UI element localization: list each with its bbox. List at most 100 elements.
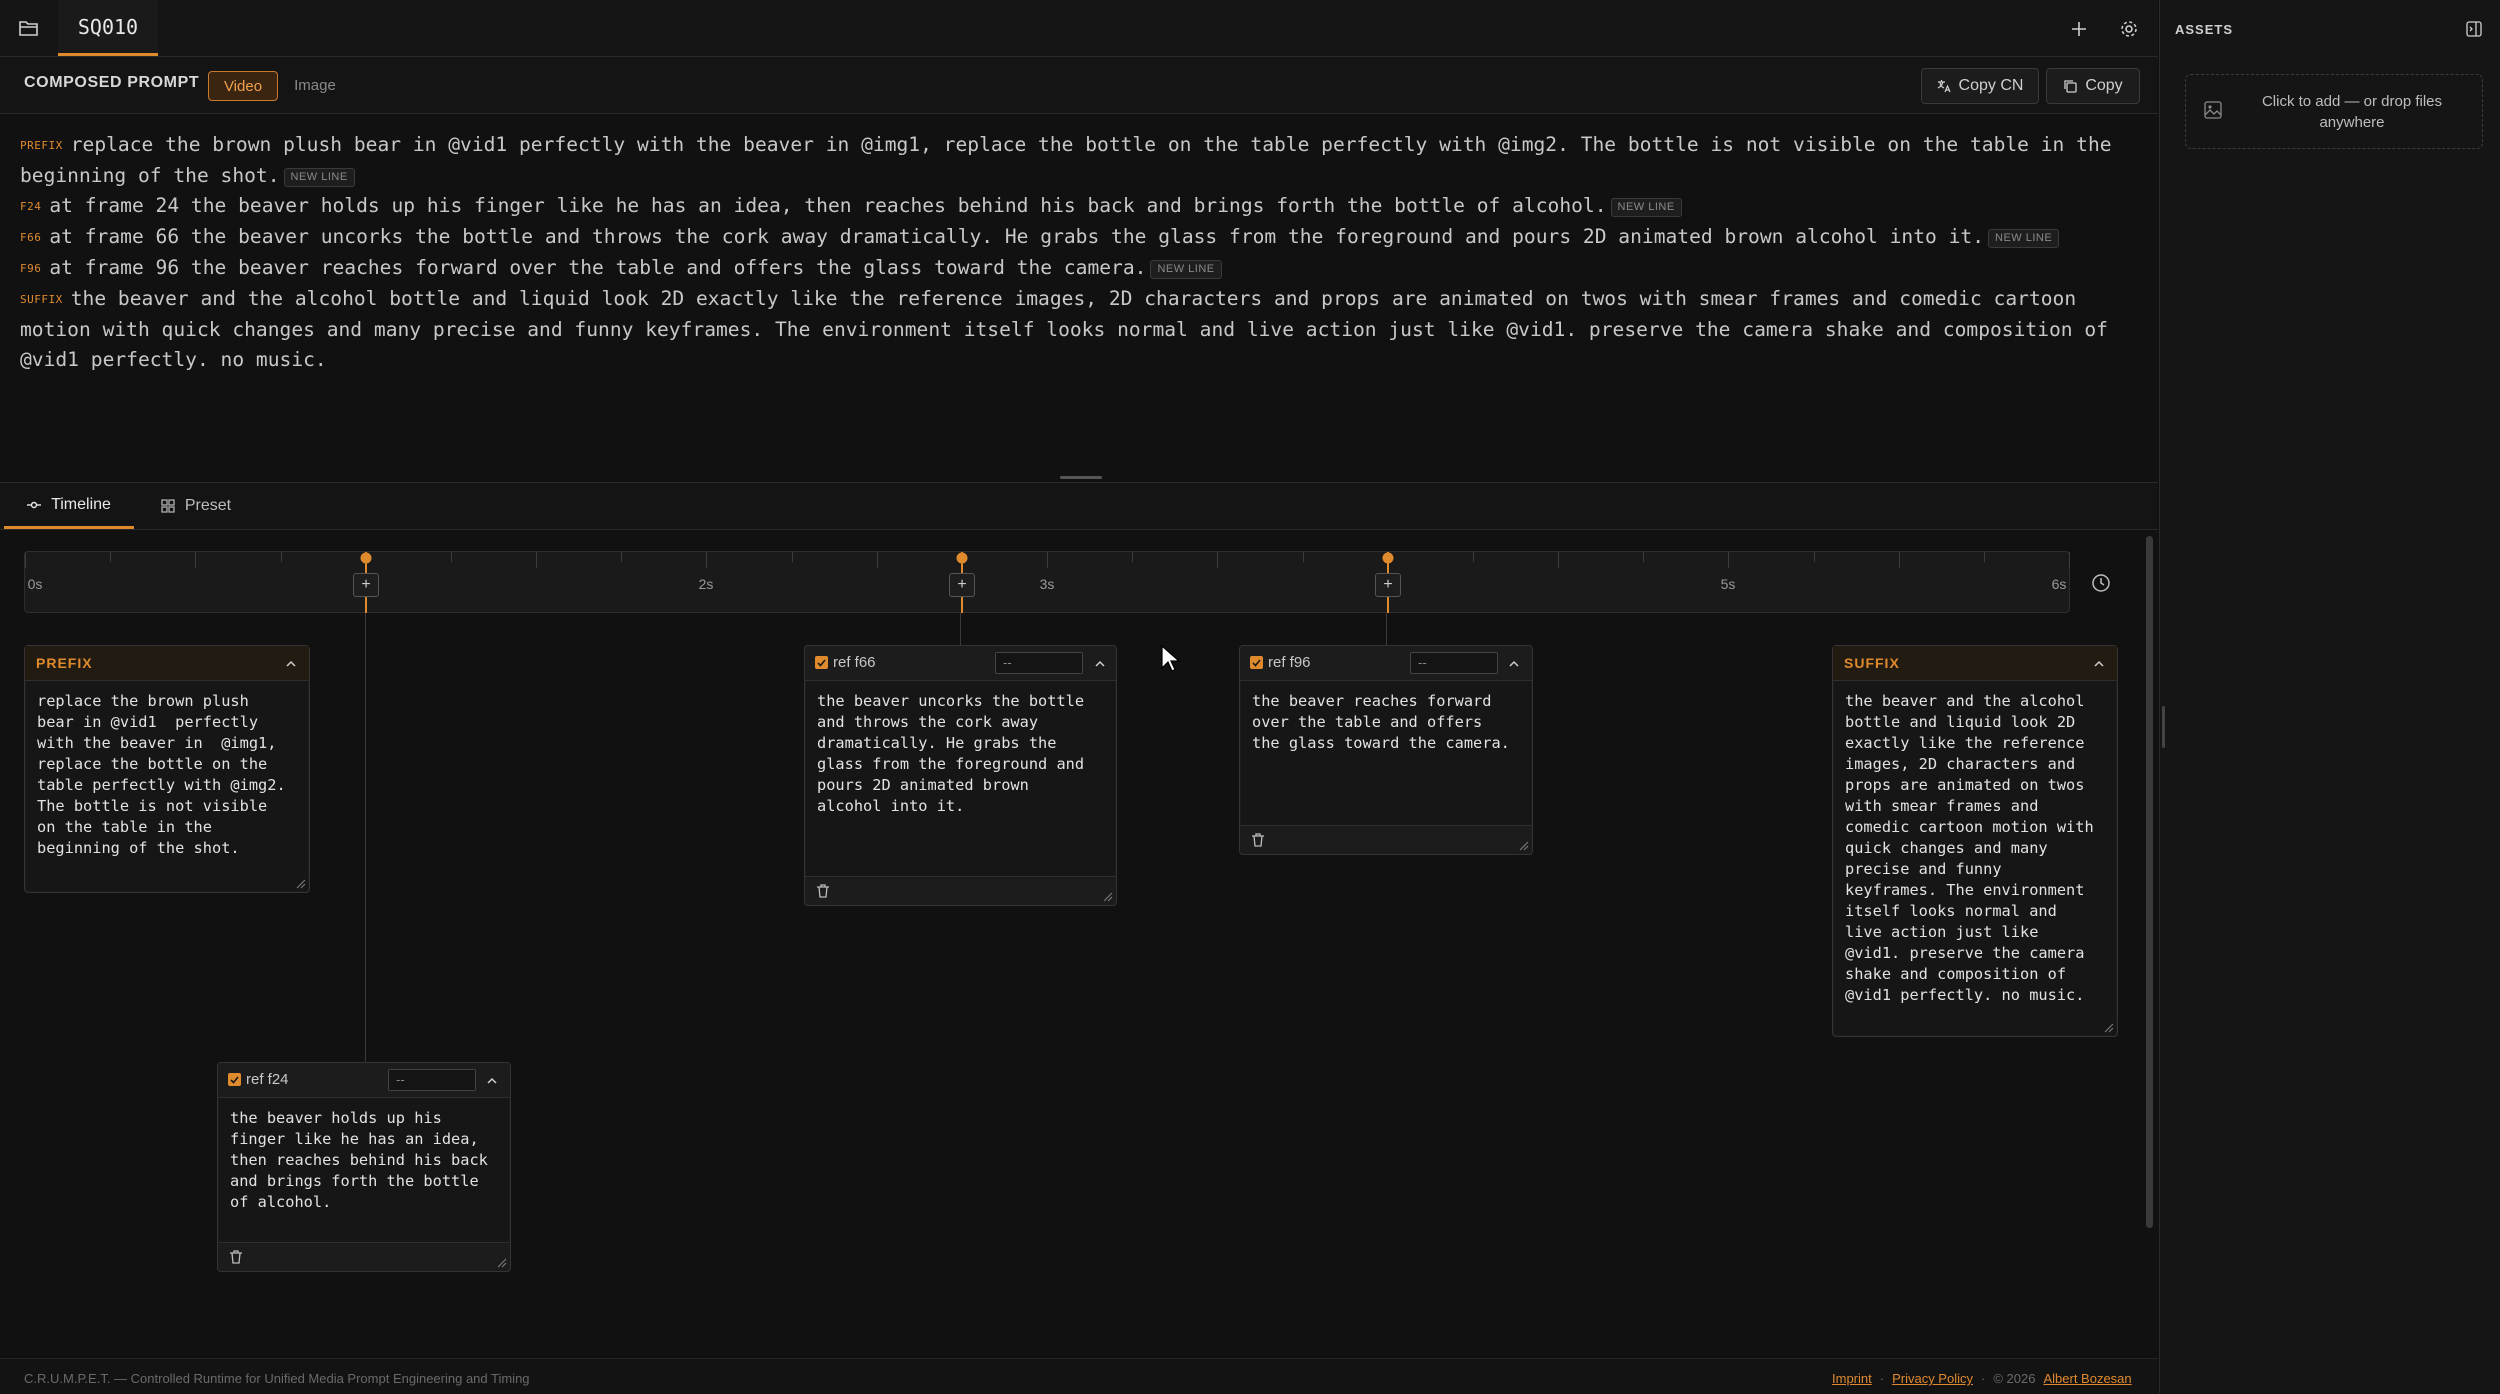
ref-select[interactable]: -- [995,652,1083,674]
keyframe-connector [960,613,961,645]
keyframe-card-f24: ref f24 -- the beaver holds up his finge… [217,1062,511,1272]
collapse-button[interactable] [482,1069,502,1091]
suffix-card: SUFFIX the beaver and the alcohol bottle… [1832,645,2118,1037]
add-keyframe-button[interactable]: + [1375,573,1401,597]
resize-grip-icon[interactable] [497,1258,507,1268]
collapse-button[interactable] [1504,652,1524,674]
settings-button[interactable] [2114,14,2144,44]
ruler-tick [621,552,622,562]
keyframe-connector [1386,613,1387,645]
card-header: ref f96 -- [1240,646,1532,681]
ref-label: ref f96 [1268,654,1311,671]
composed-prompt-title: COMPOSED PROMPT [24,74,200,91]
ruler-tick [1047,552,1048,568]
translate-icon [1937,80,1951,93]
f24-text[interactable]: the beaver holds up his finger like he h… [219,1098,509,1242]
collapse-button[interactable] [1090,652,1110,674]
chevron-up-icon [487,1077,497,1084]
ruler-tick [281,552,282,562]
resize-grip-icon[interactable] [1103,892,1113,902]
ruler-tick-label: 3s [1039,576,1055,592]
add-tab-button[interactable] [2064,14,2094,44]
chevron-up-icon [286,660,296,667]
tab-timeline[interactable]: Timeline [4,483,134,529]
add-keyframe-button[interactable]: + [353,573,379,597]
dropzone-text: Click to add — or drop files anywhere [2261,93,2443,131]
check-icon [817,658,826,667]
collapse-button[interactable] [2089,652,2109,674]
suffix-card-label: SUFFIX [1844,655,1900,671]
footer-separator: · [1879,1371,1885,1386]
imprint-link[interactable]: Imprint [1832,1371,1872,1386]
keyframe-handle[interactable] [360,552,372,564]
tab-preset[interactable]: Preset [146,483,246,529]
open-folder-button[interactable] [14,14,44,42]
prompt-line-tag: F66 [20,231,42,244]
keyframe-handle[interactable] [1382,552,1394,564]
collapse-button[interactable] [281,652,301,674]
composed-prompt-text[interactable]: PREFIX replace the brown plush bear in @v… [20,130,2140,375]
tab-sq010[interactable]: SQ010 [58,0,158,56]
resize-grip-icon[interactable] [1519,841,1529,851]
ruler-tick [1984,552,1985,562]
grid-icon [161,499,175,513]
ruler-tick-label: 0s [27,576,43,592]
view-tabs-bar [0,483,2158,530]
ref-select[interactable]: -- [1410,652,1498,674]
prefix-card: PREFIX replace the brown plush bear in @… [24,645,310,893]
copy-cn-label: Copy CN [1958,77,2024,94]
gear-icon [2121,21,2137,37]
author-link[interactable]: Albert Bozesan [2043,1371,2131,1386]
new-line-badge: NEW LINE [1988,229,2060,248]
ruler-tick [1643,552,1644,562]
toggle-panel-button[interactable] [2464,19,2484,39]
ruler-tick [110,552,111,562]
timing-button[interactable] [2088,570,2114,596]
ref-label: ref f24 [246,1071,289,1088]
pane-splitter[interactable] [2162,706,2165,748]
mode-video-toggle[interactable]: Video [208,71,278,101]
copy-icon [2064,80,2077,93]
mode-image-toggle[interactable]: Image [285,71,345,99]
prompt-line-text: the beaver and the alcohol bottle and li… [20,287,2108,371]
f96-text[interactable]: the beaver reaches forward over the tabl… [1241,681,1531,825]
ruler-tick [792,552,793,562]
copy-button[interactable]: Copy [2046,68,2140,104]
keyframe-handle[interactable] [956,552,968,564]
resize-grip-icon[interactable] [2104,1023,2114,1033]
prompt-line-text: at frame 24 the beaver holds up his fing… [49,194,1607,217]
check-icon [1252,658,1261,667]
card-header: ref f66 -- [805,646,1116,681]
new-line-badge: NEW LINE [283,168,355,187]
ruler-tick [195,552,196,568]
prefix-text[interactable]: replace the brown plush bear in @vid1 pe… [26,681,308,891]
trash-icon[interactable] [815,883,831,899]
chevron-up-icon [1095,660,1105,667]
trash-icon[interactable] [1250,832,1266,848]
ref-checkbox[interactable] [228,1073,241,1086]
ruler-tick [1473,552,1474,562]
ref-select[interactable]: -- [388,1069,476,1091]
add-keyframe-button[interactable]: + [949,573,975,597]
footer-links: Imprint · Privacy Policy · © 2026 Albert… [1832,1371,2132,1386]
resize-handle[interactable] [1060,476,1102,479]
prompt-line-text: at frame 66 the beaver uncorks the bottl… [49,225,1984,248]
image-icon [2204,101,2222,119]
resize-grip-icon[interactable] [296,879,306,889]
suffix-text[interactable]: the beaver and the alcohol bottle and li… [1834,681,2116,1035]
f66-text[interactable]: the beaver uncorks the bottle and throws… [806,681,1115,876]
prompt-line-text: at frame 96 the beaver reaches forward o… [49,256,1147,279]
plus-icon [2072,22,2086,36]
ruler-tick [451,552,452,562]
card-header: PREFIX [25,646,309,681]
ruler-tick-label: 2s [698,576,714,592]
ruler-tick-label: 6s [2051,576,2067,592]
trash-icon[interactable] [228,1249,244,1265]
privacy-policy-link[interactable]: Privacy Policy [1892,1371,1973,1386]
copy-cn-button[interactable]: Copy CN [1921,68,2039,104]
ruler-tick [1899,552,1900,568]
ref-label: ref f66 [833,654,876,671]
timeline-scrollbar[interactable] [2146,536,2153,1228]
ref-checkbox[interactable] [1250,656,1263,669]
ref-checkbox[interactable] [815,656,828,669]
